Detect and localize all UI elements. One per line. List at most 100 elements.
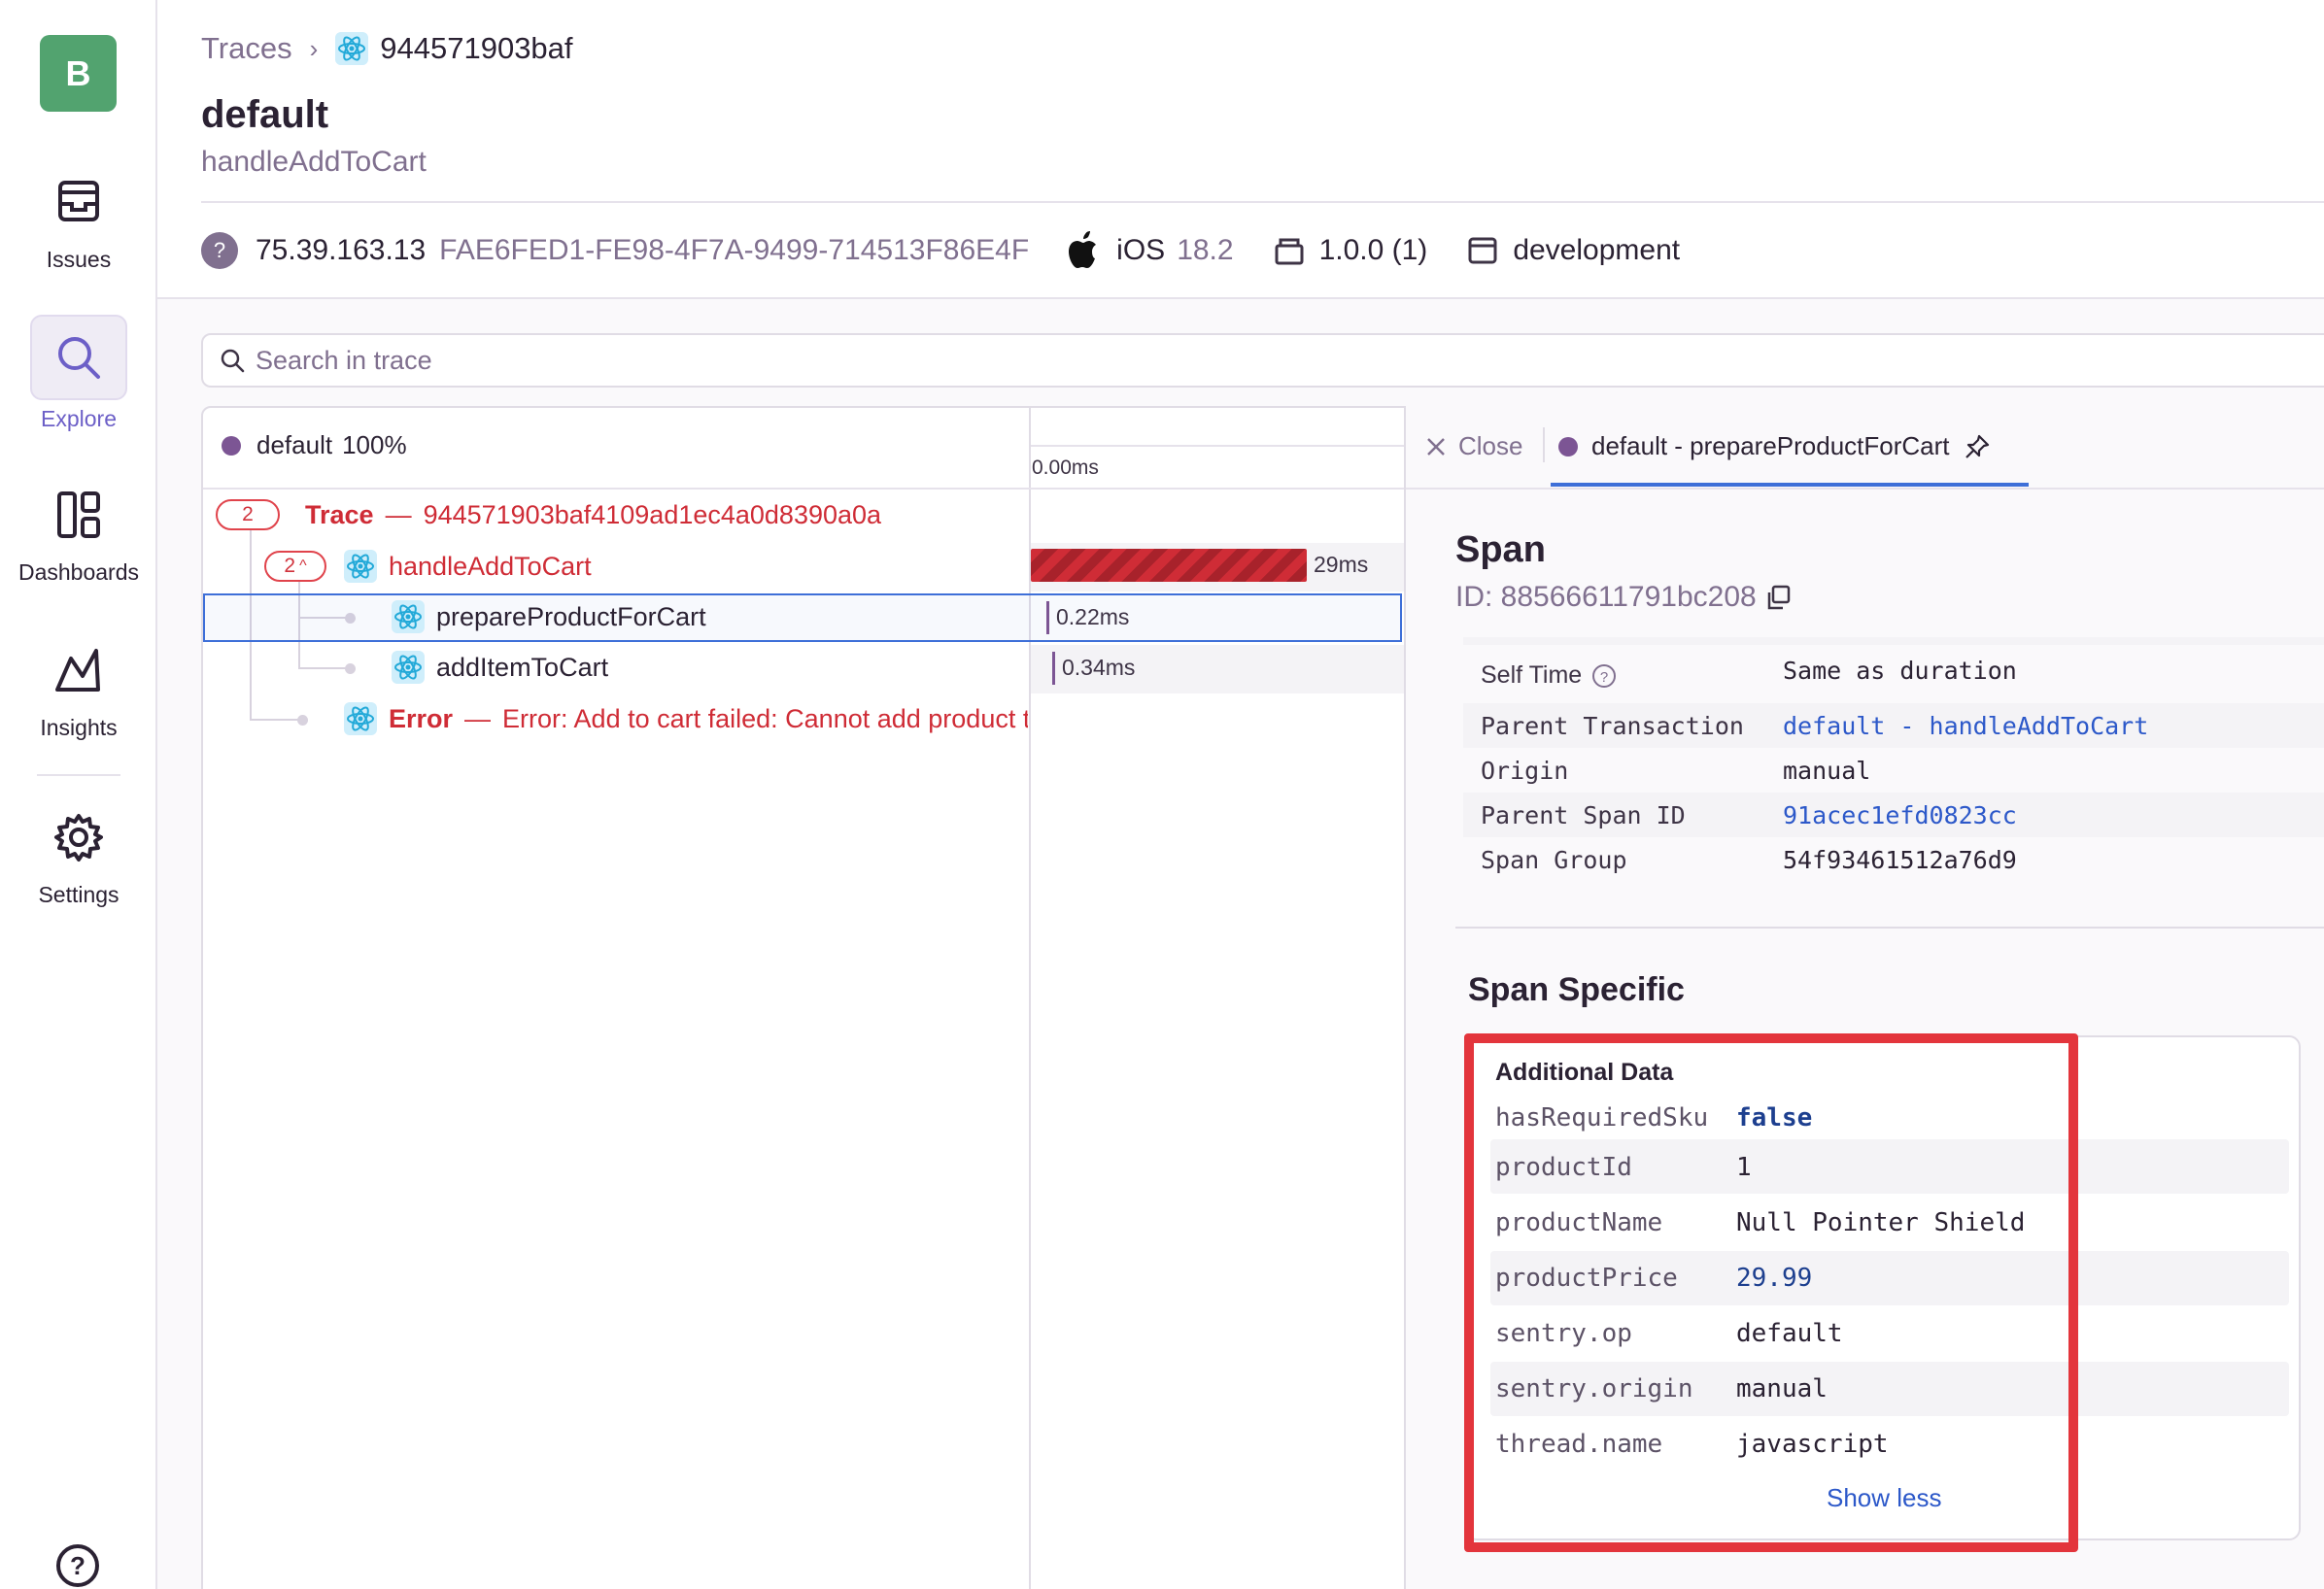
- field-key: Origin: [1481, 757, 1569, 785]
- sidebar-item-insights[interactable]: Insights: [0, 643, 157, 741]
- data-key: productPrice: [1495, 1264, 1678, 1293]
- os-version: 18.2: [1177, 234, 1234, 266]
- search-icon: [221, 349, 245, 373]
- page-subtitle: handleAddToCart: [201, 146, 427, 178]
- sidebar-item-settings[interactable]: Settings: [0, 810, 157, 908]
- waterfall-header-pct: 100%: [342, 430, 407, 459]
- count-value: 2: [284, 555, 296, 577]
- field-value: manual: [1783, 757, 1871, 785]
- show-less-link[interactable]: Show less: [1827, 1483, 1942, 1513]
- trace-row-prepareproductforcart[interactable]: prepareProductForCart: [392, 600, 706, 633]
- tree-node-dot: [345, 663, 356, 674]
- help-icon[interactable]: ?: [54, 1542, 101, 1589]
- trace-search-input[interactable]: Search in trace: [201, 333, 2324, 388]
- additional-data-title: Additional Data: [1495, 1059, 1674, 1086]
- data-value: 1: [1736, 1153, 1752, 1182]
- header-divider: [201, 201, 2324, 203]
- children-count-badge[interactable]: 2 ^: [264, 551, 326, 582]
- trace-meta: ? 75.39.163.13 FAE6FED1-FE98-4F7A-9499-7…: [201, 231, 1680, 270]
- span-id-text: ID: 88566611791bc208: [1455, 581, 1757, 613]
- sidebar-item-issues[interactable]: Issues: [0, 175, 157, 273]
- environment-icon: [1468, 237, 1497, 264]
- trace-row-handleaddtocart[interactable]: 2 ^ handleAddToCart: [264, 550, 592, 583]
- operation-color-dot: [222, 435, 241, 456]
- os-name: iOS: [1116, 234, 1166, 266]
- operation-color-dot: [1558, 436, 1578, 456]
- row-dash: —: [464, 703, 492, 733]
- chevron-up-icon: ^: [299, 558, 307, 574]
- span-duration-label: 29ms: [1314, 552, 1369, 577]
- tree-node-dot: [297, 715, 308, 726]
- copy-icon[interactable]: [1764, 584, 1792, 611]
- org-avatar[interactable]: B: [40, 35, 117, 112]
- dashboard-icon: [57, 491, 100, 538]
- data-value: Null Pointer Shield: [1736, 1208, 2026, 1237]
- pin-icon[interactable]: [1964, 433, 1991, 460]
- data-value: 29.99: [1736, 1264, 1813, 1293]
- trace-row-error[interactable]: Error — Error: Add to cart failed: Canno…: [344, 702, 1028, 735]
- breadcrumb: Traces › 944571903baf: [201, 31, 573, 66]
- breadcrumb-trace-id: 944571903baf: [380, 31, 573, 65]
- react-icon: [344, 702, 377, 735]
- close-drawer-button[interactable]: Close: [1425, 431, 1522, 461]
- span-duration-label: 0.34ms: [1062, 655, 1136, 680]
- search-placeholder: Search in trace: [256, 345, 432, 375]
- environment-name: development: [1513, 234, 1681, 266]
- waterfall-header-divider: [203, 488, 1404, 490]
- release-icon: [1275, 238, 1304, 265]
- span-duration-label: 0.22ms: [1056, 604, 1130, 629]
- data-value: default: [1736, 1319, 1843, 1348]
- sidebar-divider: [37, 774, 120, 776]
- timeline-ruler-line: [1031, 445, 1404, 447]
- active-indicator: [30, 315, 127, 400]
- user-ip: 75.39.163.13: [256, 234, 427, 266]
- inbox-icon: [58, 181, 99, 221]
- tree-connector: [298, 667, 351, 669]
- span-duration-tick[interactable]: [1052, 652, 1055, 685]
- data-key: sentry.op: [1495, 1319, 1632, 1348]
- parent-transaction-link[interactable]: default - handleAddToCart: [1783, 712, 2148, 740]
- react-icon: [392, 651, 425, 684]
- data-value: javascript: [1736, 1430, 1889, 1459]
- breadcrumb-traces-link[interactable]: Traces: [201, 31, 292, 66]
- timeline-origin-label: 0.00ms: [1032, 456, 1099, 479]
- field-key: Parent Span ID: [1481, 801, 1686, 829]
- device-id: FAE6FED1-FE98-4F7A-9499-714513F86E4F: [439, 234, 1030, 266]
- svg-text:?: ?: [70, 1551, 85, 1580]
- children-count-badge[interactable]: 2: [216, 499, 280, 530]
- data-key: hasRequiredSku: [1495, 1103, 1709, 1133]
- sidebar-item-dashboards[interactable]: Dashboards: [0, 488, 157, 586]
- parent-span-id-link[interactable]: 91acec1efd0823cc: [1783, 801, 2017, 829]
- span-specific-title: Span Specific: [1468, 971, 1685, 1008]
- sidebar-item-label: Settings: [38, 882, 120, 907]
- active-tab-indicator: [1551, 483, 2029, 487]
- page-title: default: [201, 93, 329, 136]
- react-icon: [335, 32, 369, 65]
- sidebar-item-explore[interactable]: Explore: [0, 315, 157, 432]
- span-duration-tick[interactable]: [1046, 601, 1049, 634]
- data-value: manual: [1736, 1374, 1828, 1403]
- span-duration-bar-error[interactable]: [1031, 549, 1307, 582]
- span-section-title: Span: [1455, 529, 1546, 570]
- sidebar-item-label: Issues: [46, 247, 112, 272]
- fields-top-band: [1463, 637, 2324, 645]
- gear-icon: [54, 814, 103, 862]
- sidebar-item-label: Insights: [40, 715, 118, 740]
- react-icon: [344, 550, 377, 583]
- field-value: 54f93461512a76d9: [1783, 846, 2017, 874]
- row-label: handleAddToCart: [389, 551, 592, 581]
- drawer-tabs-divider: [1406, 488, 2324, 490]
- data-key: productId: [1495, 1153, 1632, 1182]
- span-id: ID: 88566611791bc208: [1455, 581, 1792, 614]
- field-key-text: Self Time: [1481, 661, 1583, 689]
- help-icon[interactable]: ?: [1591, 663, 1617, 689]
- trace-row-additemtocart[interactable]: addItemToCart: [392, 651, 608, 684]
- data-key: productName: [1495, 1208, 1663, 1237]
- sidebar: B Issues Explore Dashboards Insights Set…: [0, 0, 157, 1589]
- release-version: 1.0.0 (1): [1318, 234, 1428, 266]
- search-icon: [58, 337, 100, 379]
- trace-row-root[interactable]: 2 Trace — 944571903baf4109ad1ec4a0d8390a…: [216, 499, 881, 530]
- tab-span-details[interactable]: default - prepareProductForCart: [1558, 431, 1991, 461]
- row-dash: —: [385, 499, 412, 529]
- sidebar-item-label: Explore: [41, 406, 117, 431]
